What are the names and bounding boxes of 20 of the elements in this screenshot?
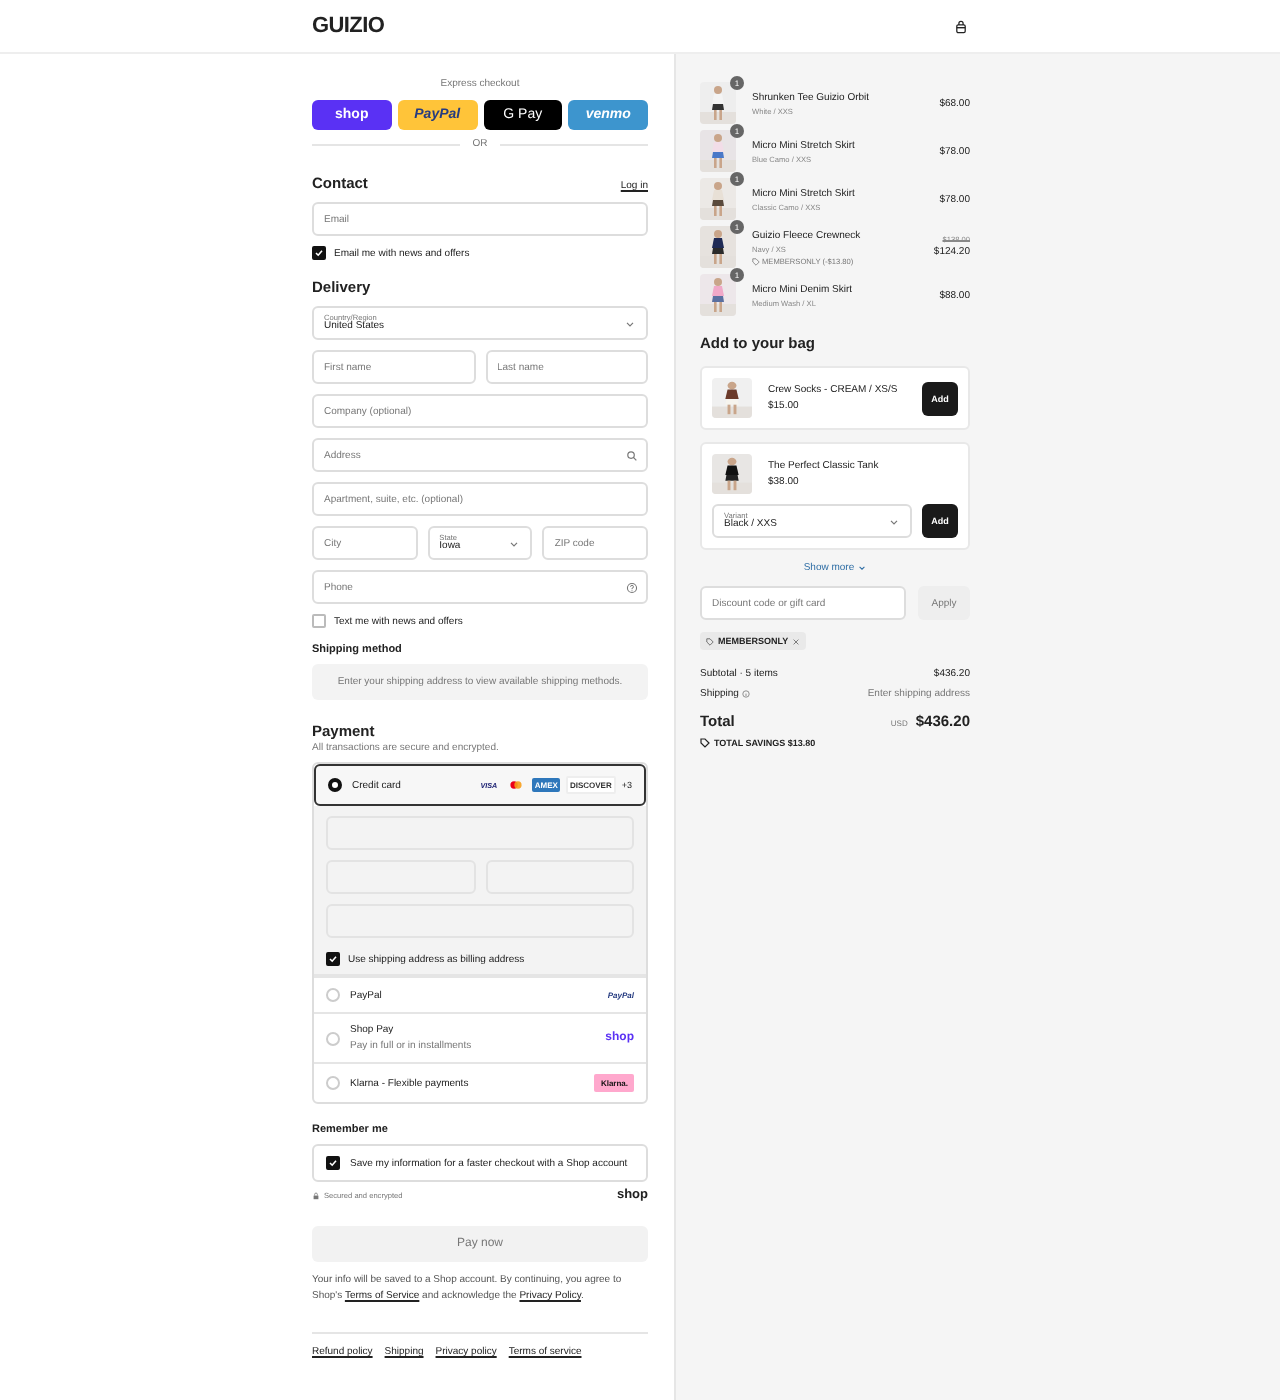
caret-icon	[624, 317, 636, 329]
tag-icon	[752, 257, 760, 265]
caret-icon	[888, 515, 900, 527]
tag-icon	[706, 637, 714, 645]
lock-icon	[312, 1191, 320, 1199]
caret-icon	[858, 564, 867, 572]
checkbox[interactable]	[312, 614, 326, 628]
close-icon[interactable]	[792, 637, 801, 645]
radio-button[interactable]	[328, 778, 342, 792]
caret-icon	[508, 537, 521, 549]
logo[interactable]: GUIZIO	[312, 14, 385, 38]
checkbox[interactable]	[326, 1156, 340, 1170]
help-icon	[742, 690, 751, 698]
card-brand-icon	[506, 778, 527, 792]
search-icon	[626, 449, 638, 461]
help-icon	[626, 581, 638, 593]
checkbox[interactable]	[312, 246, 326, 260]
shopping-bag-icon[interactable]	[954, 19, 968, 33]
checkbox[interactable]	[326, 952, 340, 966]
tag-icon	[700, 738, 710, 748]
